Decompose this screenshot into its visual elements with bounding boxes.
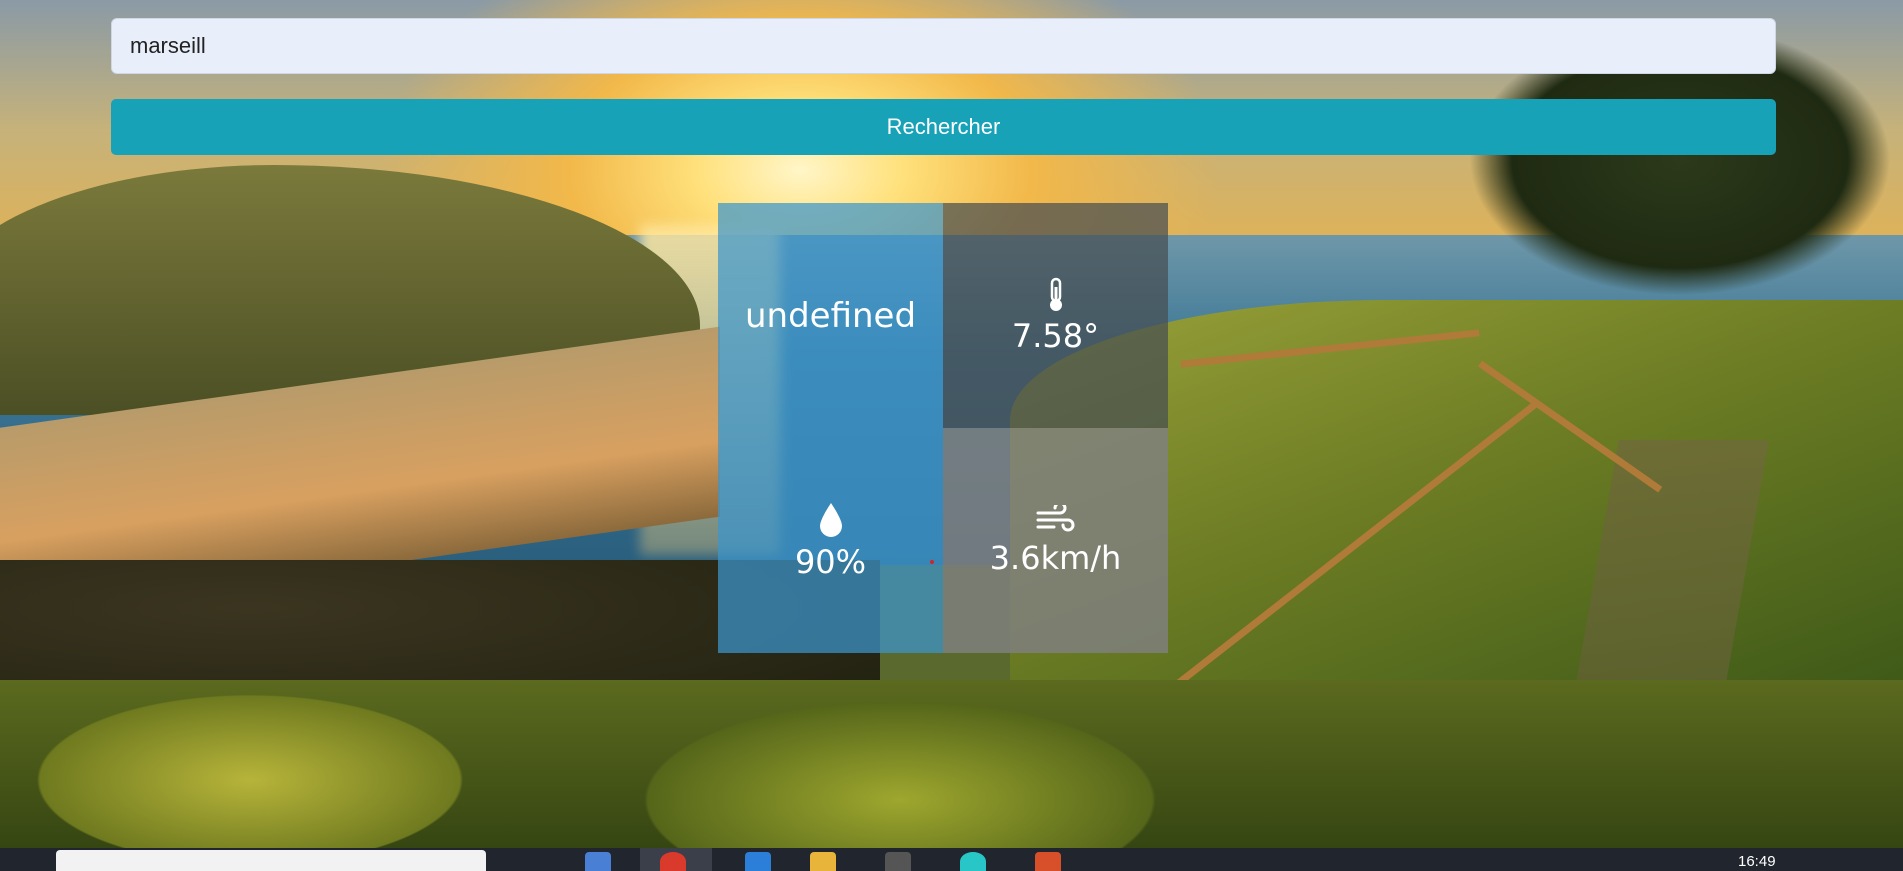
city-search-input[interactable] — [111, 18, 1776, 74]
taskbar-app-icon[interactable] — [960, 852, 986, 871]
taskbar-search[interactable] — [56, 850, 486, 871]
wind-value: 3.6km/h — [989, 538, 1122, 577]
taskbar-clock: 16:49 — [1738, 853, 1776, 870]
taskbar-app-icon[interactable] — [745, 852, 771, 871]
bushes — [0, 680, 1903, 871]
taskbar-app-icon[interactable] — [585, 852, 611, 871]
city-tile: undefined — [718, 203, 943, 428]
humidity-value: 90% — [794, 542, 867, 581]
wind-tile: 3.6km/h — [943, 428, 1168, 653]
humidity-tile: 90% — [718, 428, 943, 653]
weather-grid: undefined 7.58° 90% 3.6km/h — [718, 203, 1168, 653]
wind-icon — [1036, 504, 1076, 535]
red-dot — [930, 560, 934, 564]
thermometer-icon — [1045, 277, 1067, 313]
taskbar-app-icon[interactable] — [885, 852, 911, 871]
water-drop-icon — [818, 501, 844, 539]
temperature-value: 7.58° — [1011, 316, 1100, 355]
taskbar-app-icon[interactable] — [660, 852, 686, 871]
taskbar-app-icon[interactable] — [1035, 852, 1061, 871]
temperature-tile: 7.58° — [943, 203, 1168, 428]
city-name: undefined — [744, 295, 917, 336]
search-button[interactable]: Rechercher — [111, 99, 1776, 155]
taskbar-app-icon[interactable] — [810, 852, 836, 871]
